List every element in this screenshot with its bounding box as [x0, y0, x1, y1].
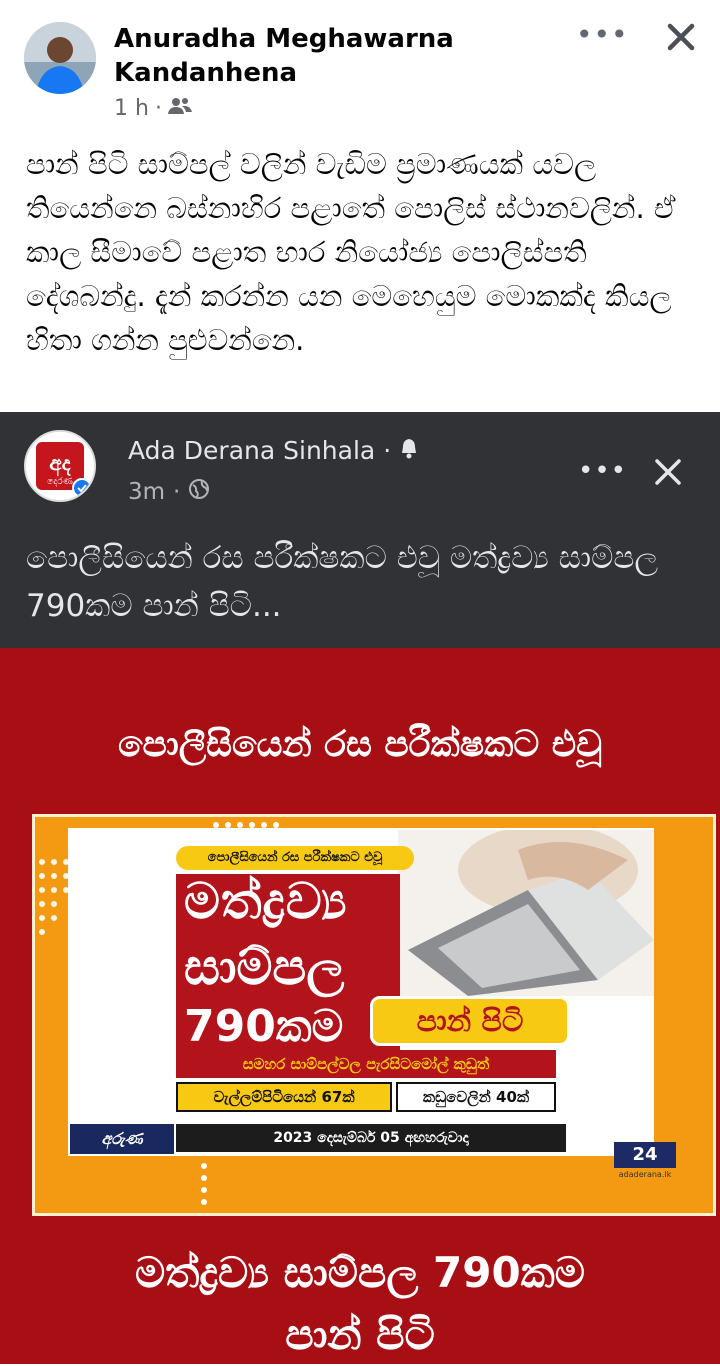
poster-line-2: සාම්පල — [184, 938, 345, 996]
powder-packet-photo — [398, 830, 654, 996]
image-bottom-caption-line-1: මත්ද්‍රව්‍ය සාම්පල 790කම — [135, 1248, 585, 1297]
bell-icon[interactable] — [399, 436, 419, 465]
close-icon[interactable] — [658, 14, 704, 60]
author-avatar[interactable] — [24, 22, 96, 94]
shared-more-icon[interactable]: ••• — [578, 456, 626, 486]
shared-time[interactable]: 3m — [128, 479, 165, 505]
page-name-row: Ada Derana Sinhala · — [128, 436, 419, 465]
poster-highlight: පාන් පිටි — [370, 996, 570, 1046]
meta-separator: · — [154, 96, 162, 121]
poster-line-1: මත්ද්‍රව්‍ය — [184, 872, 348, 930]
page-avatar[interactable]: අද දෙරණ — [24, 430, 96, 502]
channel-logo: 24 — [614, 1142, 676, 1168]
image-bottom-caption: මත්ද්‍රව්‍ය සාම්පල 790කම පාන් පිටි — [0, 1242, 720, 1366]
channel-site: adaderana.lk — [618, 1170, 672, 1179]
image-top-caption: පොලීසියෙන් රස පරීක්ෂකට එවූ — [117, 724, 603, 765]
shared-separator: · — [173, 479, 181, 505]
poster-stat-2: කඩුවෙලින් 40ක් — [396, 1082, 556, 1112]
shared-post-text: පොලීසියෙන් රස පරීක්ෂකට එවූ මත්ද්‍රව්‍ය ස… — [26, 540, 659, 624]
post-text: පාන් පිටි සාම්පල් වලින් වැඩිම ප්‍රමාණයක්… — [26, 147, 676, 357]
page-avatar-subtext: දෙරණ — [47, 477, 73, 487]
post-meta: 1 h · — [114, 96, 192, 121]
post-time[interactable]: 1 h — [114, 96, 149, 121]
shared-close-icon[interactable] — [646, 450, 690, 494]
author-name[interactable]: Anuradha Meghawarna Kandanhena — [114, 22, 554, 90]
friends-icon — [167, 96, 192, 121]
globe-icon — [188, 478, 210, 506]
page-avatar-text: අද — [49, 451, 70, 477]
program-logo: අරුණ — [70, 1124, 174, 1154]
poster-line-3: 790කම — [184, 1001, 344, 1052]
shared-meta: 3m · — [128, 478, 210, 506]
poster-banner: පොලීසියෙන් රස පරීක්ෂකට එවූ — [176, 846, 414, 870]
more-options-icon[interactable]: ••• — [576, 18, 628, 52]
poster-date: 2023 දෙසැම්බර් 05 අඟහරුවාදා — [176, 1124, 566, 1152]
poster-subline: සමහර සාම්පල්වල පැරසිටමෝල් කුඩුත් — [176, 1050, 556, 1078]
page-name[interactable]: Ada Derana Sinhala — [128, 436, 375, 465]
decor-dots-bottom — [201, 1163, 207, 1205]
image-bottom-caption-line-2: පාන් පිටි — [285, 1310, 435, 1359]
name-separator: · — [383, 436, 392, 465]
poster-stat-1: වැල්ලම්පිටියෙන් 67ක් — [176, 1082, 392, 1112]
